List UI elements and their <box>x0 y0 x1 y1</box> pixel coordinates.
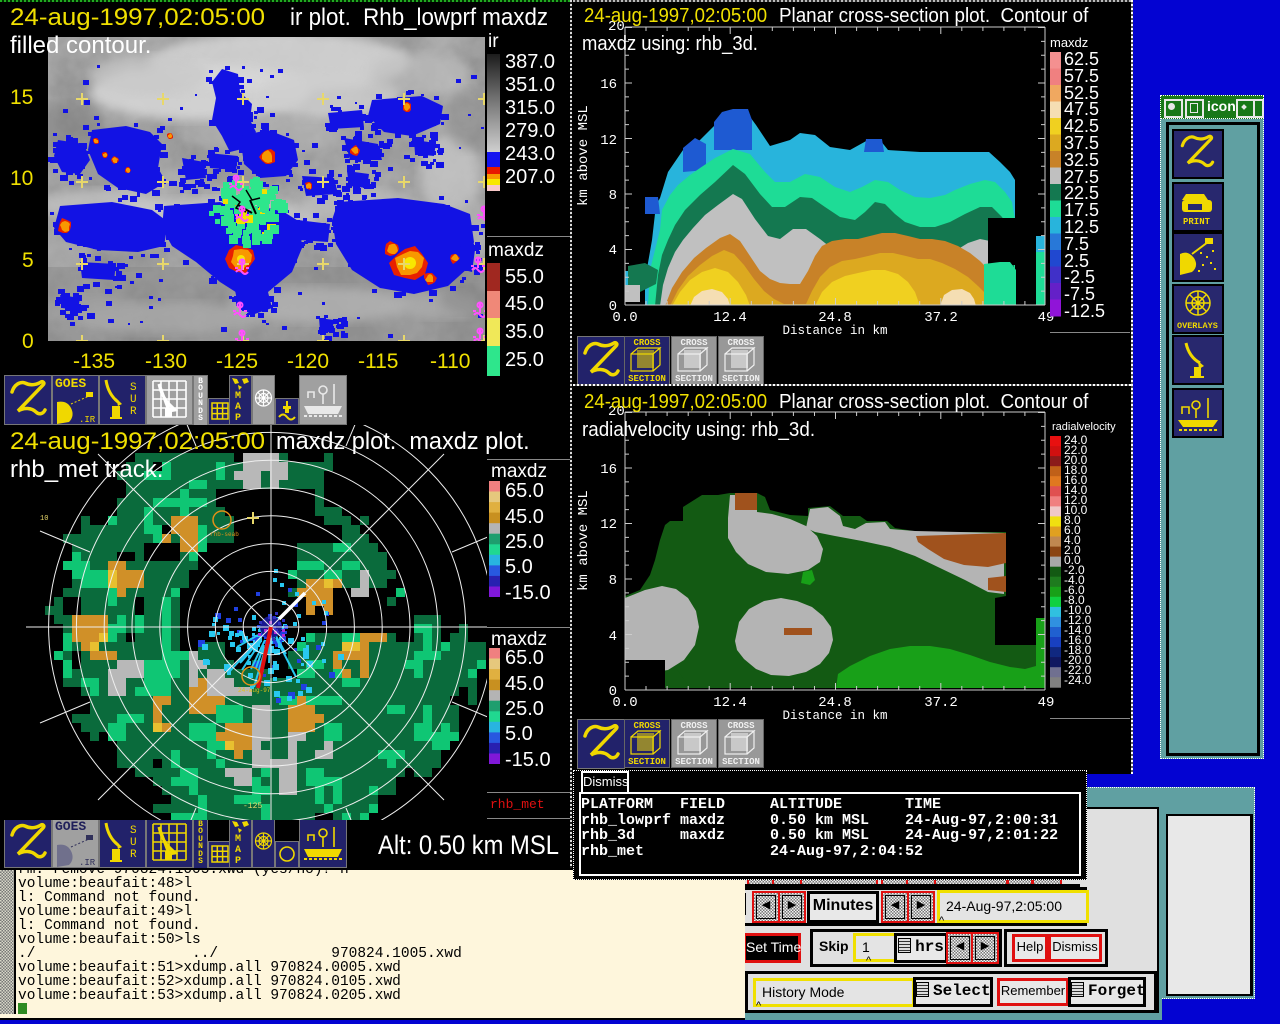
svg-text:P: P <box>235 856 241 867</box>
svg-text:Distance in km: Distance in km <box>782 709 887 723</box>
svg-text:P: P <box>235 413 241 424</box>
svg-text:PRINT: PRINT <box>1183 217 1211 227</box>
svg-text:rhb-seab: rhb-seab <box>210 531 239 538</box>
svg-text:37.2: 37.2 <box>924 310 958 326</box>
svg-text:.IR: .IR <box>79 858 96 867</box>
svg-text:Distance in km: Distance in km <box>782 324 887 338</box>
svg-text:16: 16 <box>600 462 617 478</box>
svg-text:R: R <box>130 849 137 861</box>
svg-text:12: 12 <box>600 517 617 533</box>
svg-text:M: M <box>235 834 241 845</box>
svg-text:S: S <box>130 382 137 394</box>
svg-text:37.2: 37.2 <box>924 695 958 711</box>
svg-text:A: A <box>235 402 241 413</box>
svg-text:A: A <box>235 845 241 856</box>
svg-text:49: 49 <box>1038 695 1055 711</box>
svg-text:-125: -125 <box>243 802 262 811</box>
svg-text:4: 4 <box>609 243 617 259</box>
svg-text:10: 10 <box>40 515 48 523</box>
svg-text:16: 16 <box>600 77 617 93</box>
svg-text:24-aug-97: 24-aug-97 <box>238 687 271 694</box>
svg-text:8: 8 <box>609 573 617 589</box>
svg-text:km above MSL: km above MSL <box>576 105 592 206</box>
svg-text:4: 4 <box>609 629 617 645</box>
svg-text:km above MSL: km above MSL <box>576 490 592 591</box>
svg-text:OVERLAYS: OVERLAYS <box>1177 321 1218 331</box>
svg-text:12.4: 12.4 <box>713 310 747 326</box>
svg-text:0.0: 0.0 <box>612 310 637 326</box>
svg-text:12.4: 12.4 <box>713 695 747 711</box>
svg-text:R: R <box>130 406 137 418</box>
svg-text:U: U <box>130 837 137 849</box>
svg-text:0.0: 0.0 <box>612 695 637 711</box>
svg-text:8: 8 <box>609 188 617 204</box>
svg-text:U: U <box>130 394 137 406</box>
svg-text:M: M <box>235 391 241 402</box>
svg-text:12: 12 <box>600 133 617 149</box>
svg-text:.IR: .IR <box>79 415 96 424</box>
svg-text:S: S <box>130 825 137 837</box>
